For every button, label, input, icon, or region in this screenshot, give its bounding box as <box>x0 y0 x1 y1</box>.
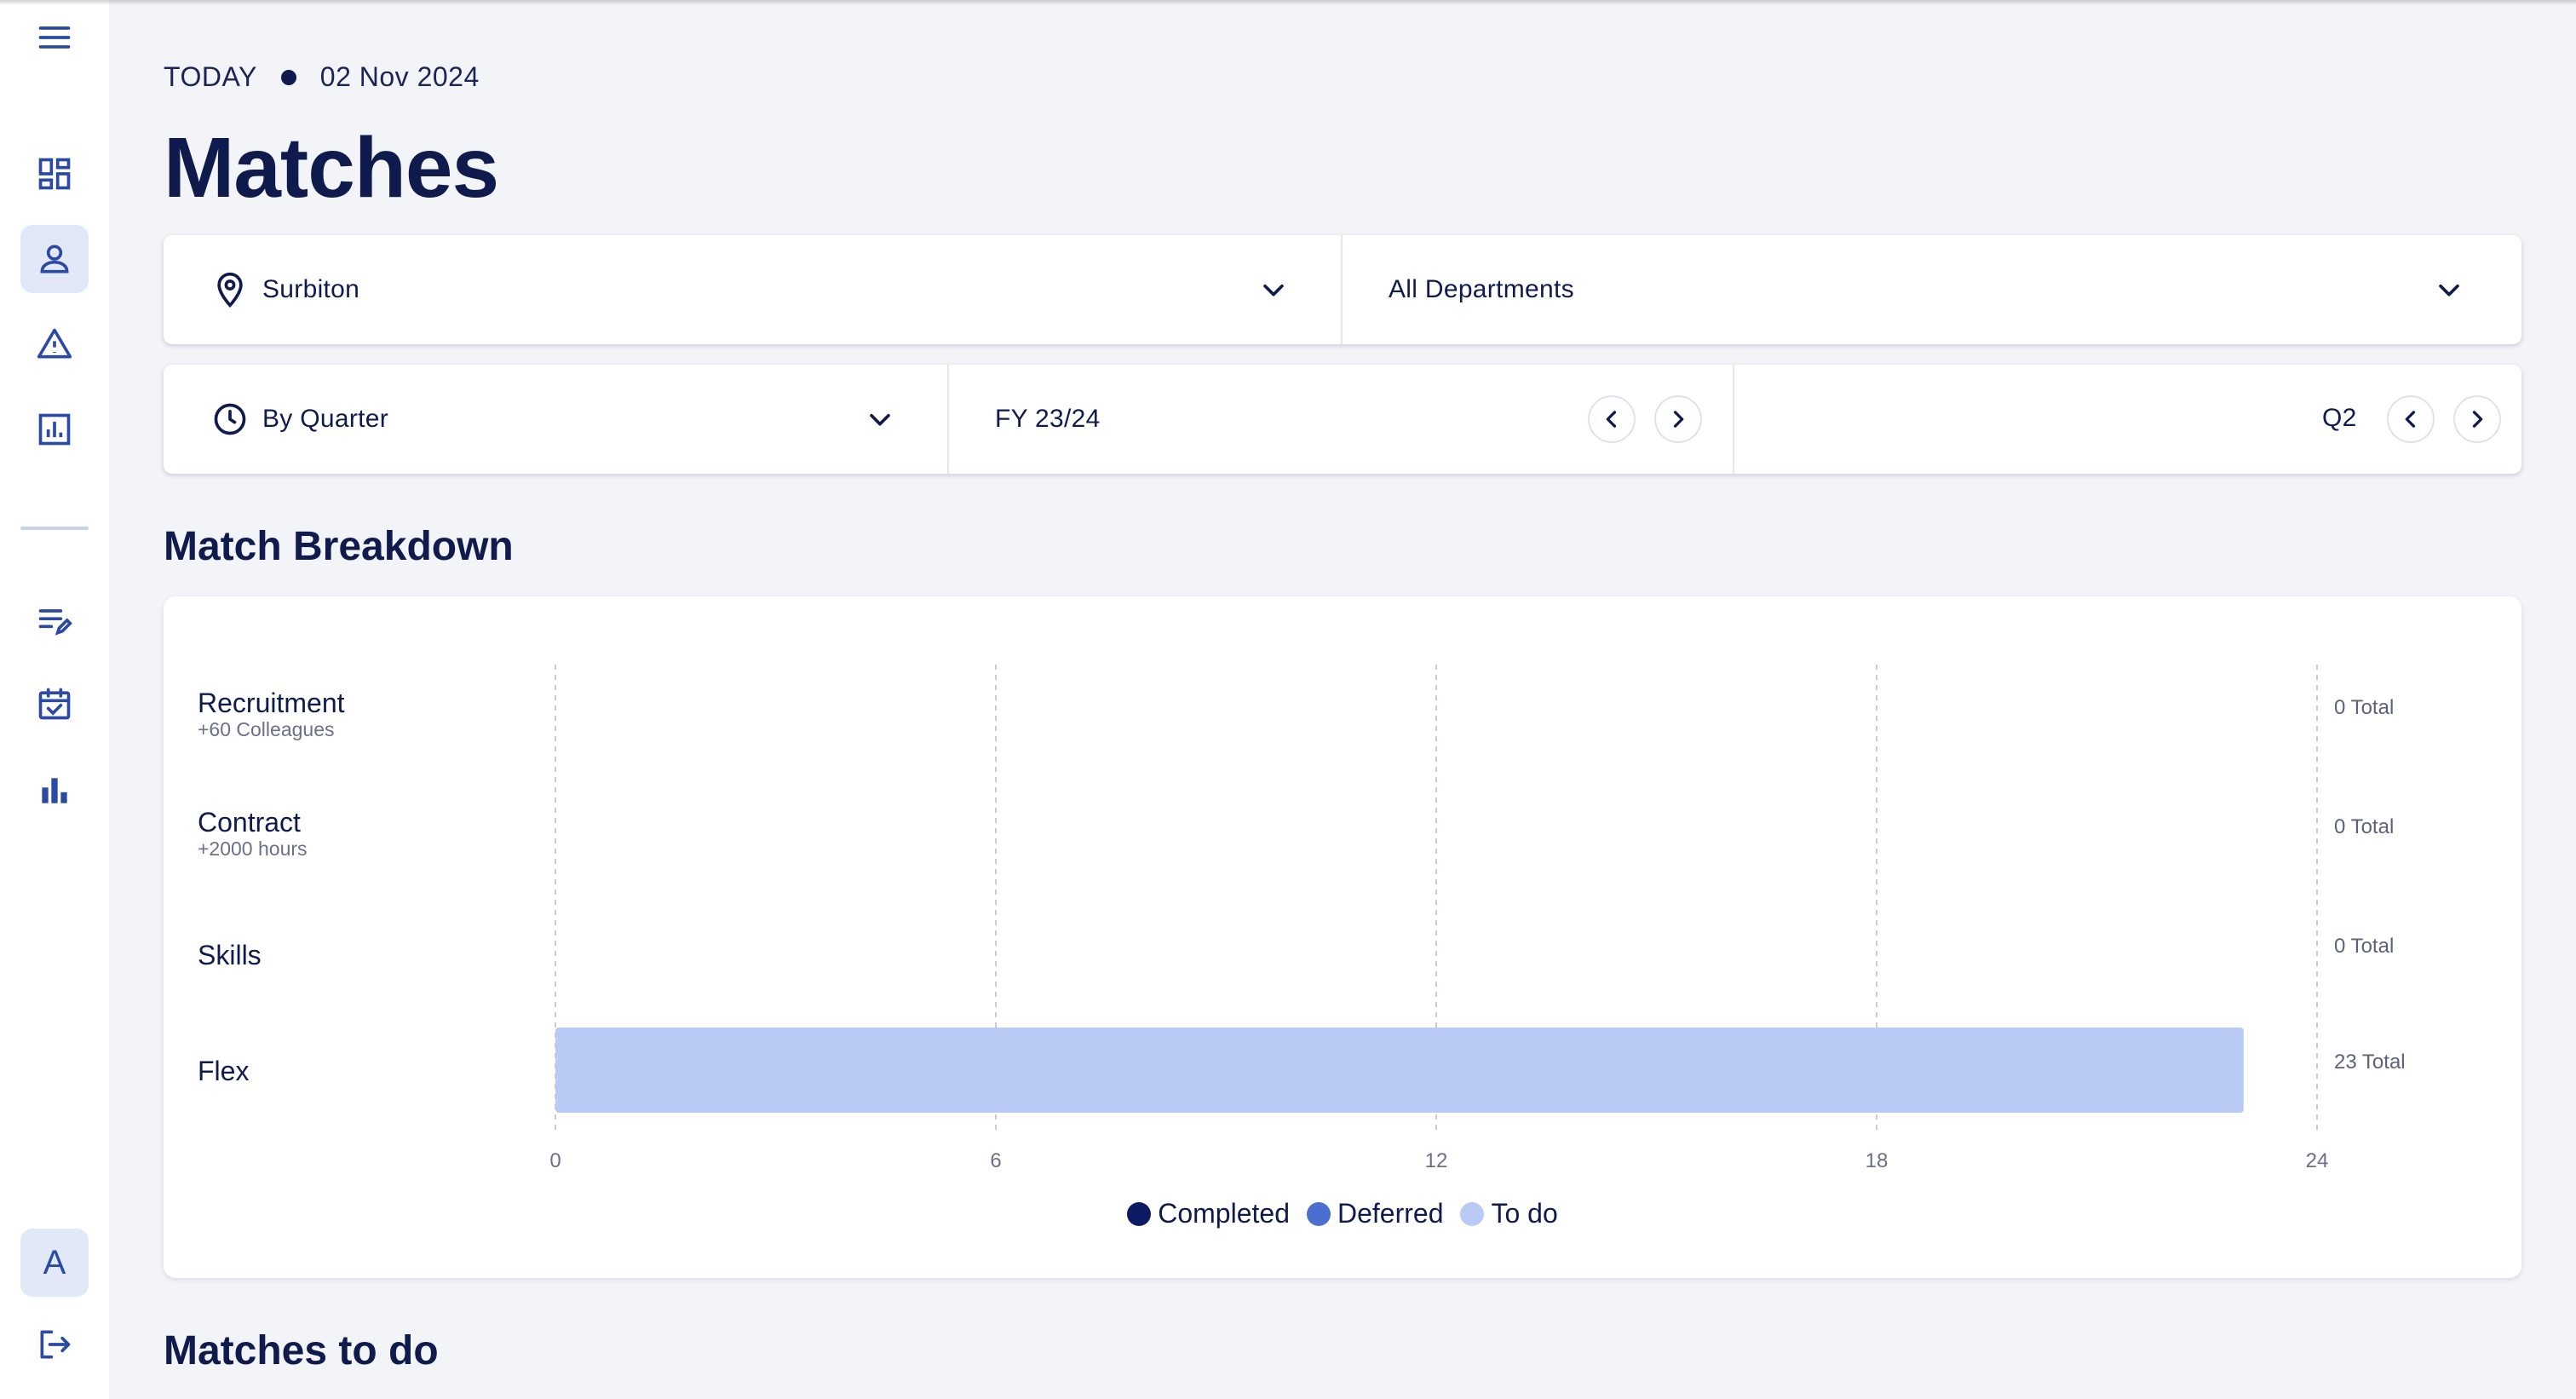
x-tick-label: 6 <box>990 1149 1001 1172</box>
legend-label: Completed <box>1158 1198 1290 1229</box>
legend-item: Deferred <box>1306 1198 1444 1229</box>
period-type-value: By Quarter <box>262 405 389 433</box>
today-date: 02 Nov 2024 <box>319 61 480 92</box>
chart-legend: Completed Deferred To do <box>164 1198 2521 1229</box>
category-total: 0 Total <box>2334 935 2394 958</box>
category-total: 23 Total <box>2334 1051 2406 1074</box>
avatar[interactable]: A <box>20 1229 89 1297</box>
location-pin-icon <box>217 272 243 308</box>
category-sublabel: +60 Colleagues <box>198 718 334 740</box>
bar-to-do <box>555 1028 2244 1113</box>
category-label: Contract <box>198 807 301 838</box>
matches-to-do-title: Matches to do <box>164 1328 439 1373</box>
chevron-down-icon <box>870 413 890 426</box>
today-line: TODAY 02 Nov 2024 <box>164 61 480 93</box>
fiscal-year-prev-button[interactable] <box>1588 395 1636 443</box>
fiscal-year-next-button[interactable] <box>1654 395 1702 443</box>
legend-item: To do <box>1460 1198 1558 1229</box>
quarter-prev-button[interactable] <box>2387 395 2435 443</box>
category-sublabel: +2000 hours <box>198 838 308 860</box>
menu-icon[interactable] <box>20 3 89 72</box>
department-select[interactable]: All Departments <box>1343 235 2521 344</box>
chart-canvas: 0 6 12 18 24 Recruitment+60 Colleagues 0 Total… <box>198 665 2406 1172</box>
location-value: Surbiton <box>262 275 360 303</box>
match-breakdown-chart: 0 6 12 18 24 Recruitment +60 Colleagues 0 Total… <box>164 596 2521 1278</box>
fiscal-year-selector: FY 23/24 <box>949 365 1734 474</box>
period-filter: By Quarter FY 23/24 Q2 <box>164 365 2521 474</box>
clock-icon <box>214 403 246 435</box>
match-breakdown-title: Match Breakdown <box>164 524 514 569</box>
today-label: TODAY <box>164 61 257 92</box>
location-department-filter: Surbiton All Departments <box>164 235 2521 344</box>
chevron-right-icon <box>2472 411 2483 428</box>
fiscal-year-value: FY 23/24 <box>995 405 1101 433</box>
legend-label: Deferred <box>1337 1198 1444 1229</box>
legend-dot <box>1306 1201 1331 1226</box>
quarter-value: Q2 <box>2322 404 2357 432</box>
edit-list-icon[interactable] <box>20 586 89 654</box>
legend-label: To do <box>1491 1198 1558 1229</box>
chevron-right-icon <box>1673 411 1684 428</box>
legend-dot <box>1460 1201 1485 1226</box>
sidebar-divider <box>20 527 89 530</box>
warning-icon[interactable] <box>20 310 89 378</box>
period-type-select[interactable]: By Quarter <box>164 365 949 474</box>
category-total: 0 Total <box>2334 815 2394 838</box>
category-label: Skills <box>198 940 262 970</box>
x-tick-label: 24 <box>2306 1149 2329 1172</box>
chevron-left-icon <box>1606 411 1617 428</box>
category-label: Recruitment <box>198 688 345 718</box>
chevron-down-icon <box>1263 284 1284 296</box>
legend-item: Completed <box>1127 1198 1290 1229</box>
calendar-check-icon[interactable] <box>20 670 89 738</box>
logout-icon[interactable] <box>20 1310 89 1379</box>
top-shadow <box>0 0 2576 5</box>
location-select[interactable]: Surbiton <box>164 235 1343 344</box>
report-icon[interactable] <box>20 395 89 463</box>
page-title: Matches <box>164 120 499 216</box>
category-total: 0 Total <box>2334 696 2394 719</box>
dashboard-icon[interactable] <box>20 140 89 208</box>
chevron-left-icon <box>2405 411 2416 428</box>
department-value: All Departments <box>1389 275 1574 303</box>
quarter-selector: Q2 <box>1734 365 2521 474</box>
person-icon[interactable] <box>20 225 89 293</box>
chevron-down-icon <box>2439 284 2459 296</box>
x-tick-label: 12 <box>1425 1149 1448 1172</box>
x-tick-label: 0 <box>549 1149 561 1172</box>
sidebar: A <box>0 0 109 1399</box>
x-tick-label: 18 <box>1866 1149 1889 1172</box>
quarter-next-button[interactable] <box>2453 395 2501 443</box>
category-label: Flex <box>198 1056 249 1086</box>
legend-dot <box>1127 1201 1152 1226</box>
separator-dot <box>280 69 296 85</box>
bar-chart-icon[interactable] <box>20 757 89 825</box>
